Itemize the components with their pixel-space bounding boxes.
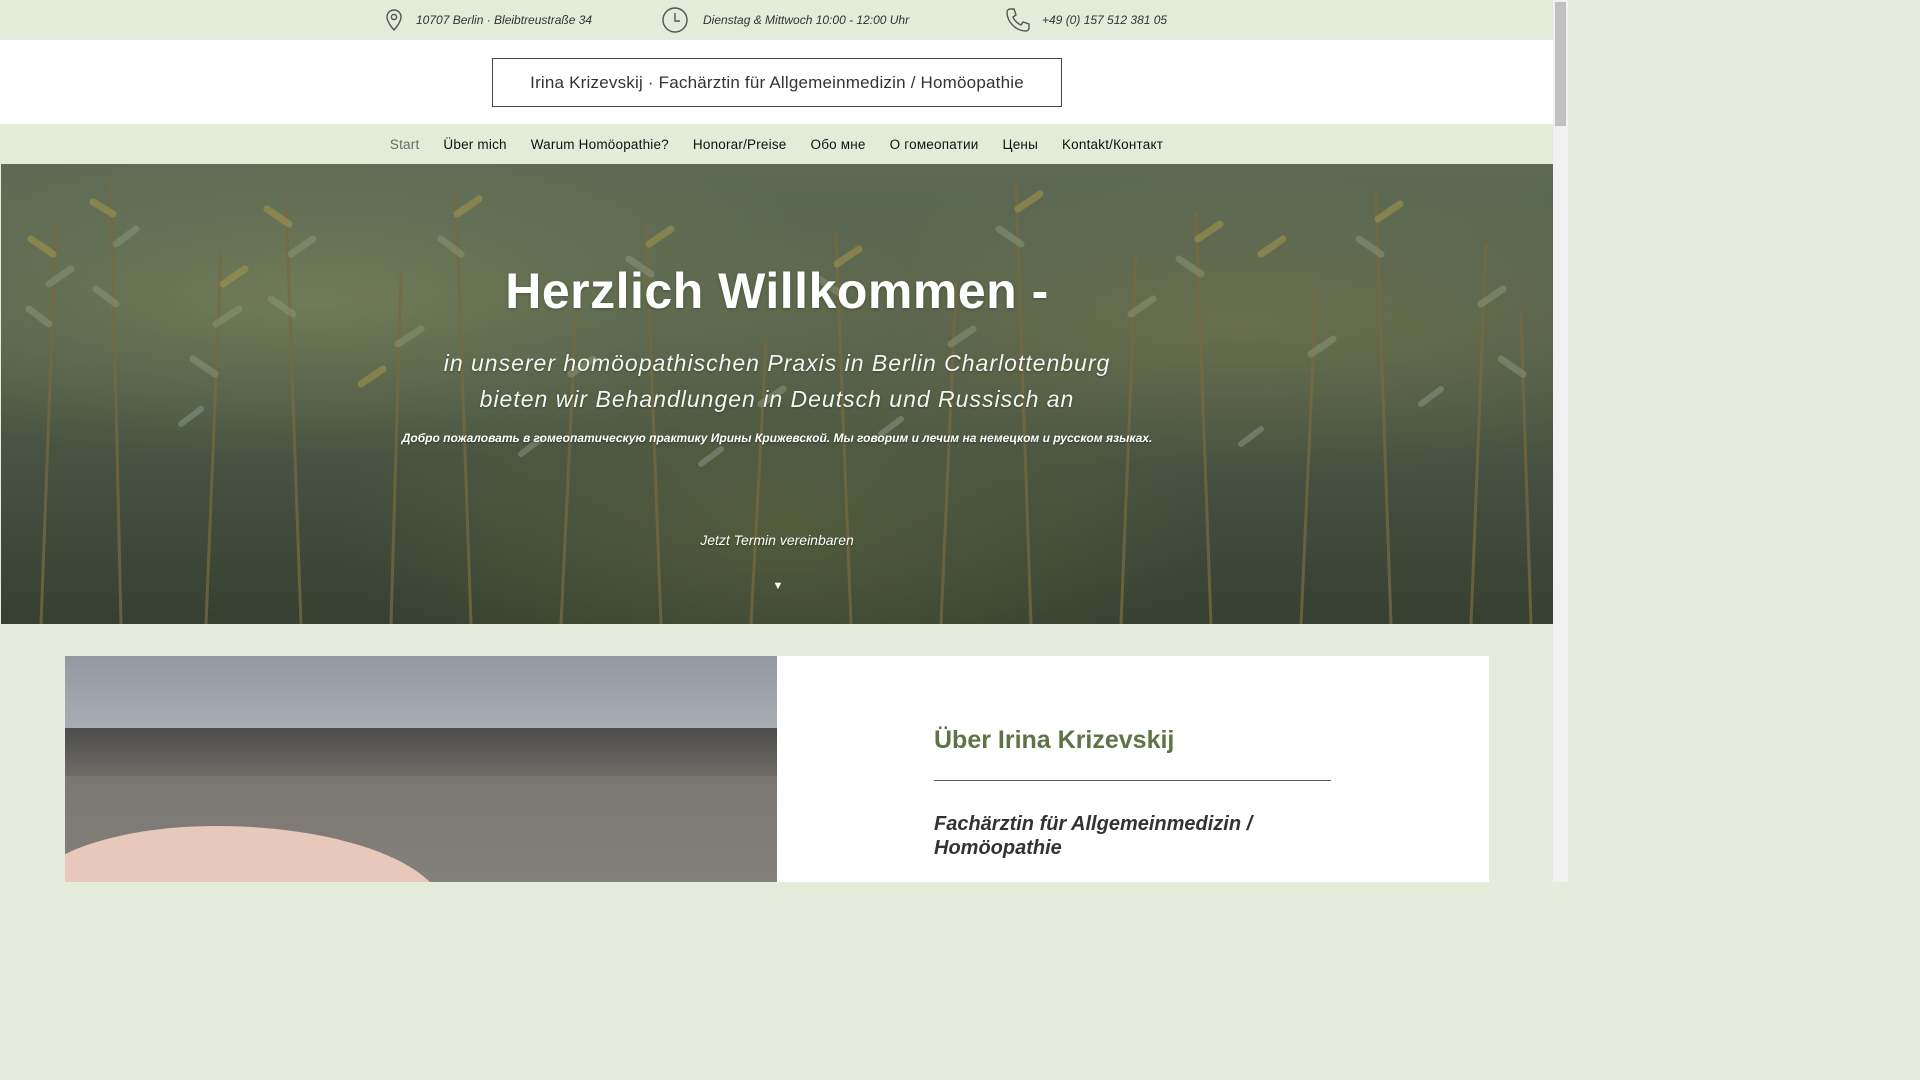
hero-title: Herzlich Willkommen - bbox=[505, 263, 1049, 319]
about-divider bbox=[934, 780, 1331, 781]
nav-item-o-gomeopatii[interactable]: О гомеопатии bbox=[878, 137, 991, 152]
about-photo bbox=[65, 656, 777, 882]
header: Irina Krizevskij · Fachärztin für Allgem… bbox=[0, 40, 1553, 124]
address-info: 10707 Berlin · Bleibtreustraße 34 bbox=[382, 0, 592, 40]
nav-item-honorar-preise[interactable]: Honorar/Preise bbox=[681, 137, 799, 152]
photo-wall bbox=[65, 656, 777, 728]
hero-subtitle-line2: bieten wir Behandlungen in Deutsch und R… bbox=[479, 386, 1075, 412]
hero-russian-text: Добро пожаловать в гомеопатическую практ… bbox=[401, 431, 1153, 445]
nav-item-start[interactable]: Start bbox=[378, 137, 432, 152]
nav-item-kontakt[interactable]: Kontakt/Контакт bbox=[1050, 137, 1175, 152]
photo-shelf bbox=[65, 728, 777, 776]
nav-item-ueber-mich[interactable]: Über mich bbox=[431, 137, 518, 152]
about-card: Über Irina Krizevskij Fachärztin für All… bbox=[777, 656, 1489, 882]
hours-info: Dienstag & Mittwoch 10:00 - 12:00 Uhr bbox=[661, 0, 909, 40]
top-info-bar: 10707 Berlin · Bleibtreustraße 34 Dienst… bbox=[0, 0, 1553, 40]
hero-banner: Herzlich Willkommen - in unserer homöopa… bbox=[1, 164, 1553, 624]
about-subheading: Fachärztin für Allgemeinmedizin / Homöop… bbox=[934, 813, 1253, 859]
scrollbar-thumb[interactable] bbox=[1555, 2, 1566, 126]
phone-icon bbox=[1006, 8, 1030, 32]
page-scrollbar[interactable] bbox=[1553, 0, 1568, 882]
address-text: 10707 Berlin · Bleibtreustraße 34 bbox=[416, 13, 593, 27]
site-title[interactable]: Irina Krizevskij · Fachärztin für Allgem… bbox=[492, 58, 1062, 107]
phone-info[interactable]: +49 (0) 157 512 381 05 bbox=[1004, 0, 1167, 40]
site-title-text[interactable]: Irina Krizevskij · Fachärztin für Allgem… bbox=[530, 73, 1024, 93]
nav-item-obo-mne[interactable]: Обо мне bbox=[799, 137, 878, 152]
phone-text[interactable]: +49 (0) 157 512 381 05 bbox=[1042, 13, 1167, 27]
hours-text: Dienstag & Mittwoch 10:00 - 12:00 Uhr bbox=[703, 13, 910, 27]
nav-item-ceny[interactable]: Цены bbox=[991, 137, 1050, 152]
hero-subtitle-line1: in unserer homöopathischen Praxis in Ber… bbox=[443, 350, 1111, 376]
clock-icon bbox=[662, 7, 688, 33]
main-nav: Start Über mich Warum Homöopathie? Honor… bbox=[0, 124, 1553, 164]
nav-item-warum-homoeopathie[interactable]: Warum Homöopathie? bbox=[519, 137, 681, 152]
about-heading: Über Irina Krizevskij bbox=[934, 726, 1175, 754]
arrow-down-icon[interactable]: ▼ bbox=[771, 580, 785, 594]
location-pin-icon bbox=[386, 9, 402, 32]
appointment-link[interactable]: Jetzt Termin vereinbaren bbox=[1, 532, 1553, 548]
